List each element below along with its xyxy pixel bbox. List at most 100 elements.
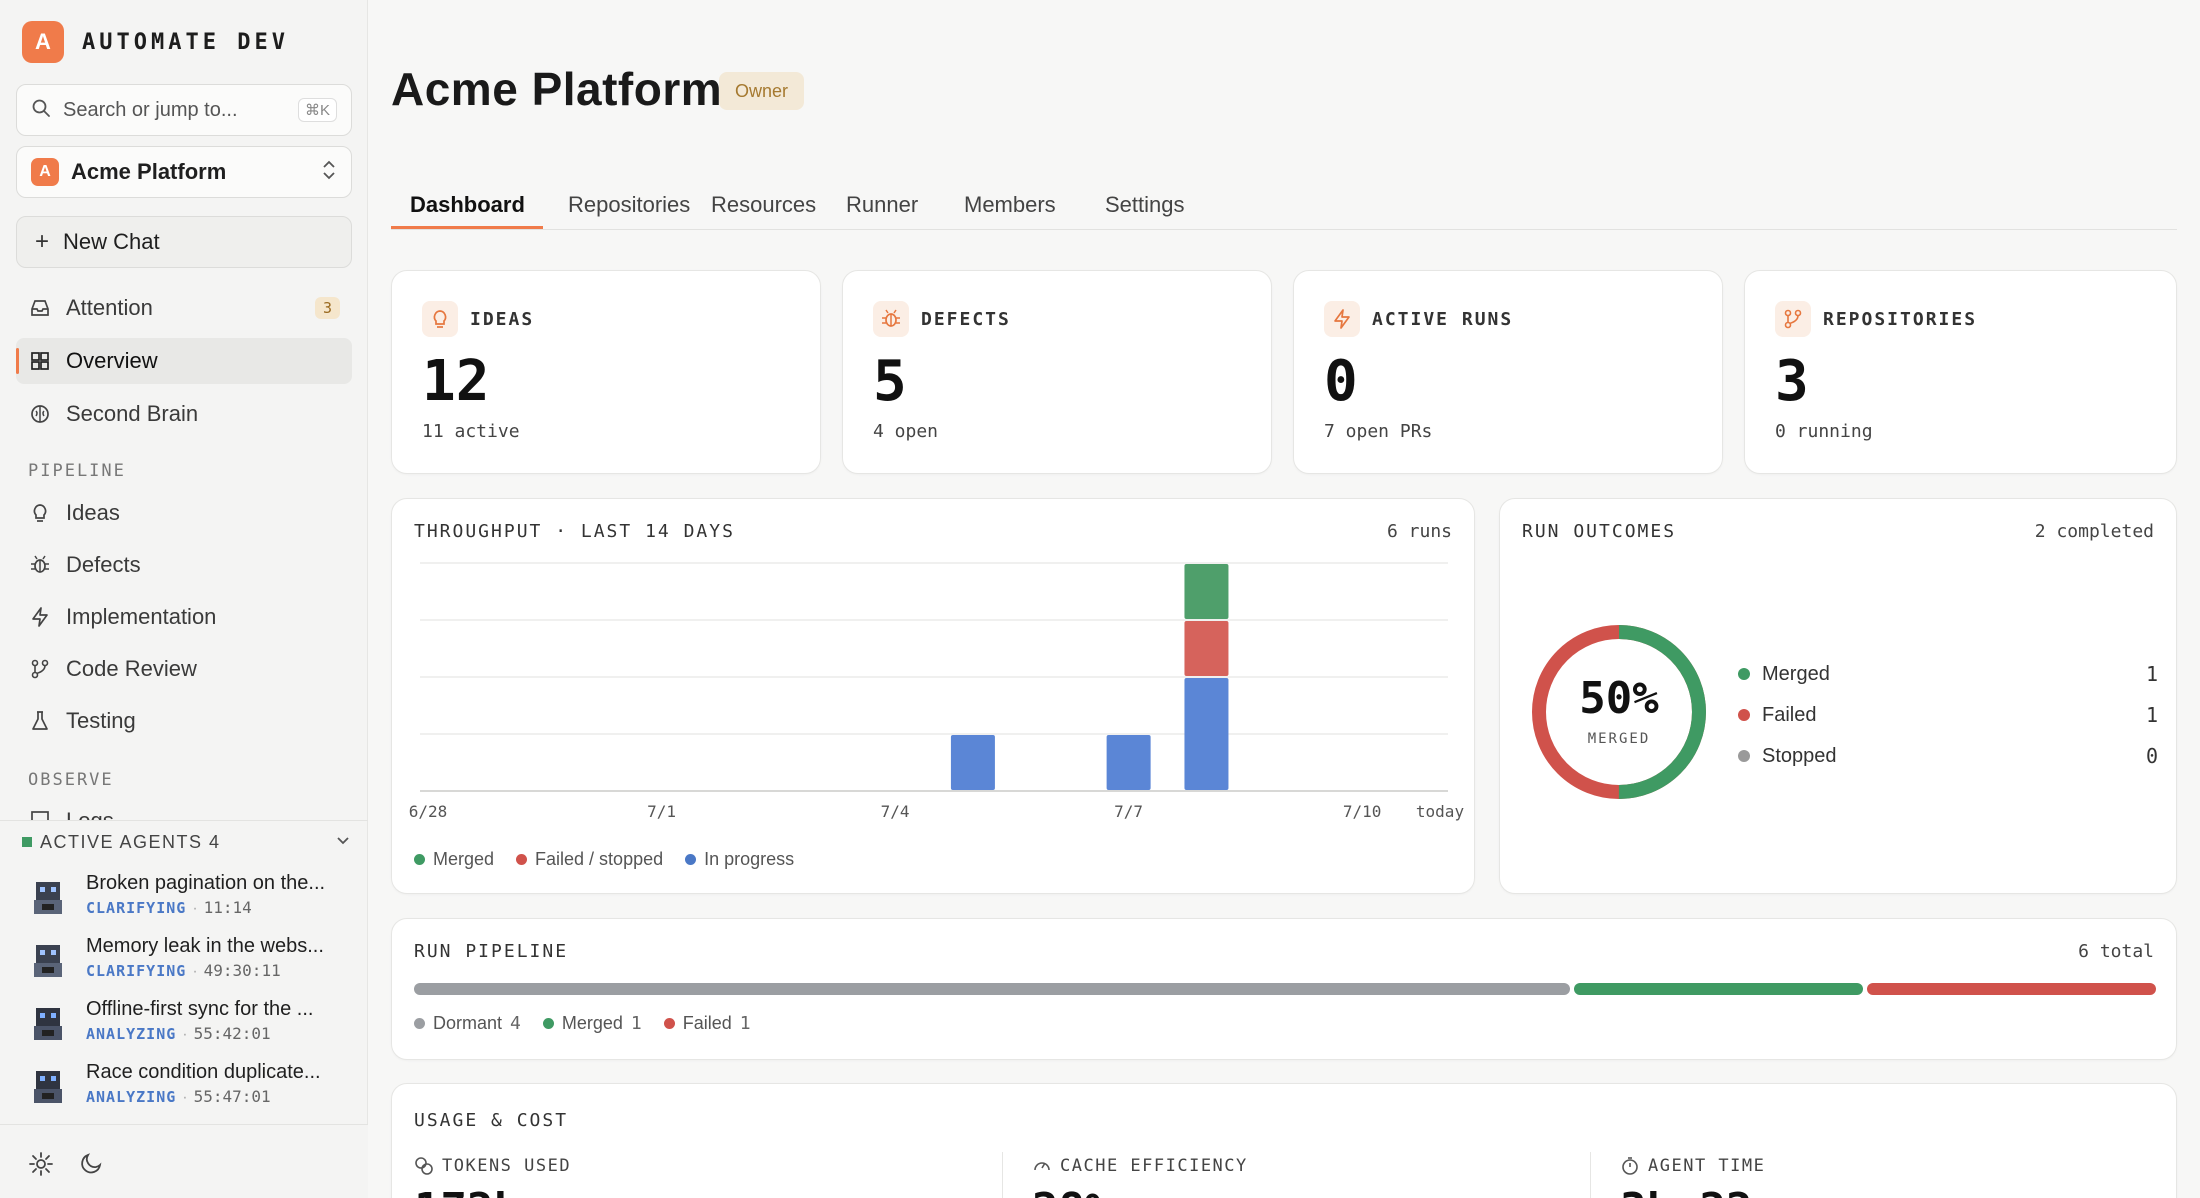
workspace-name: Acme Platform	[71, 159, 227, 184]
stat-card-active-runs[interactable]: ACTIVE RUNS 0 7 open PRs	[1293, 270, 1723, 474]
stat-value: 5	[873, 349, 907, 414]
x-tick-label: today	[1416, 802, 1465, 821]
sidebar-item-code-review[interactable]: Code Review	[16, 646, 352, 692]
tab-runner[interactable]: Runner	[846, 192, 918, 218]
robot-avatar-icon	[28, 1004, 68, 1044]
pipeline-segment-dormant[interactable]	[414, 983, 1570, 995]
search-input[interactable]: Search or jump to... ⌘K	[16, 84, 352, 136]
bar-merged[interactable]	[1184, 564, 1229, 619]
settings-gear-icon[interactable]	[28, 1151, 54, 1182]
brand-name: AUTOMATE DEV	[82, 29, 289, 55]
stat-sub: 7 open PRs	[1324, 421, 1433, 442]
legend-merged: Merged	[414, 849, 494, 870]
agent-item[interactable]: Offline-first sync for the ... ANALYZING…	[28, 998, 358, 1054]
agent-meta: CLARIFYING · 49:30:11	[86, 961, 281, 980]
moon-icon[interactable]	[78, 1151, 104, 1182]
tab-repositories[interactable]: Repositories	[568, 192, 690, 218]
donut-percent: 50%	[1579, 673, 1659, 724]
agent-item[interactable]: Race condition duplicate... ANALYZING · 55…	[28, 1061, 358, 1117]
brain-icon	[28, 402, 52, 426]
bolt-icon	[28, 605, 52, 629]
sidebar-item-label: Logs	[66, 808, 114, 820]
sidebar-item-second-brain[interactable]: Second Brain	[16, 391, 352, 437]
divider	[1002, 1152, 1003, 1198]
sidebar-item-label: Defects	[66, 552, 141, 577]
sidebar-item-label: Ideas	[66, 500, 120, 525]
sidebar-item-label: Code Review	[66, 656, 197, 681]
sidebar-footer	[0, 1124, 368, 1198]
timer-icon	[1622, 1157, 1638, 1175]
new-chat-label: New Chat	[63, 229, 160, 254]
stat-value: 0	[1324, 349, 1358, 414]
throughput-legend: Merged Failed / stopped In progress	[414, 849, 816, 870]
sidebar-item-implementation[interactable]: Implementation	[16, 594, 352, 640]
bar-failed-stopped[interactable]	[1184, 621, 1229, 676]
workspace-switcher[interactable]: A Acme Platform	[16, 146, 352, 198]
pipeline-segment-merged[interactable]	[1574, 983, 1863, 995]
bar-in-progress[interactable]	[1106, 735, 1151, 790]
throughput-title: THROUGHPUT · LAST 14 DAYS	[414, 521, 735, 542]
agent-status: ANALYZING	[86, 1088, 177, 1106]
sidebar-item-ideas[interactable]: Ideas	[16, 490, 352, 536]
throughput-card: THROUGHPUT · LAST 14 DAYS 6 runs 6/28 7/1…	[391, 498, 1475, 894]
sidebar-item-testing[interactable]: Testing	[16, 698, 352, 744]
sidebar-item-label: Implementation	[66, 604, 217, 629]
stat-card-ideas[interactable]: IDEAS 12 11 active	[391, 270, 821, 474]
sidebar-item-attention[interactable]: Attention 3	[16, 285, 352, 331]
stat-card-defects[interactable]: DEFECTS 5 4 open	[842, 270, 1272, 474]
bug-icon	[28, 553, 52, 577]
run-outcomes-card: RUN OUTCOMES 2 completed 50% MERGED Merg…	[1499, 498, 2177, 894]
tab-bar: Dashboard Repositories Resources Runner …	[391, 184, 2177, 230]
active-agents-toggle[interactable]: ACTIVE AGENTS 4	[22, 828, 352, 856]
sidebar-item-label: Attention	[66, 295, 153, 320]
stat-label: ACTIVE RUNS	[1372, 309, 1514, 330]
x-tick-label: 7/7	[1114, 802, 1143, 821]
search-placeholder: Search or jump to...	[63, 98, 238, 121]
tab-settings[interactable]: Settings	[1105, 192, 1185, 218]
sidebar-item-logs[interactable]: Logs	[16, 796, 352, 820]
coins-icon	[415, 1157, 433, 1175]
tab-dashboard[interactable]: Dashboard	[410, 192, 525, 218]
tokens-used-value: 172k	[414, 1184, 520, 1198]
sidebar-item-overview[interactable]: Overview	[16, 338, 352, 384]
outcome-merged: Merged 1	[1738, 659, 2158, 689]
stat-card-repositories[interactable]: REPOSITORIES 3 0 running	[1744, 270, 2177, 474]
bar-in-progress[interactable]	[950, 735, 995, 790]
run-outcomes-summary: 2 completed	[2034, 521, 2154, 542]
stat-value: 12	[422, 349, 490, 414]
main-content: Acme Platform Owner Dashboard Repositori…	[369, 0, 2200, 1198]
bar-in-progress[interactable]	[1184, 678, 1229, 790]
active-tab-indicator	[391, 226, 543, 229]
donut-percent-label: MERGED	[1587, 731, 1651, 747]
robot-avatar-icon	[28, 941, 68, 981]
agent-title: Memory leak in the webs...	[86, 935, 324, 957]
legend-dormant: Dormant 4	[414, 1013, 521, 1034]
agent-item[interactable]: Memory leak in the webs... CLARIFYING · 49…	[28, 935, 358, 991]
sidebar-item-defects[interactable]: Defects	[16, 542, 352, 588]
git-branch-icon	[1775, 301, 1811, 337]
legend-in-progress: In progress	[685, 849, 794, 870]
flask-icon	[28, 709, 52, 733]
tab-resources[interactable]: Resources	[711, 192, 816, 218]
bolt-icon	[1324, 301, 1360, 337]
x-tick-label: 7/10	[1343, 802, 1382, 821]
outcome-stopped: Stopped 0	[1738, 741, 2158, 771]
usage-title: USAGE & COST	[414, 1110, 569, 1131]
divider	[1590, 1152, 1591, 1198]
pipeline-segment-failed[interactable]	[1867, 983, 2156, 995]
agent-title: Broken pagination on the...	[86, 872, 326, 894]
sidebar-item-label: Overview	[66, 348, 158, 373]
agent-time: 11:14	[203, 898, 252, 917]
robot-avatar-icon	[28, 1067, 68, 1107]
agent-status: CLARIFYING	[86, 899, 187, 917]
stat-label: REPOSITORIES	[1823, 309, 1978, 330]
agent-item[interactable]: Broken pagination on the... CLARIFYING · 1…	[28, 872, 358, 928]
agent-meta: ANALYZING · 55:47:01	[86, 1087, 271, 1106]
agent-status: ANALYZING	[86, 1025, 177, 1043]
new-chat-button[interactable]: + New Chat	[16, 216, 352, 268]
brand[interactable]: A AUTOMATE DEV	[22, 20, 289, 64]
nav-section-pipeline: PIPELINE	[28, 461, 126, 481]
nav-section-observe: OBSERVE	[28, 770, 114, 790]
tab-members[interactable]: Members	[964, 192, 1056, 218]
lightbulb-icon	[422, 301, 458, 337]
